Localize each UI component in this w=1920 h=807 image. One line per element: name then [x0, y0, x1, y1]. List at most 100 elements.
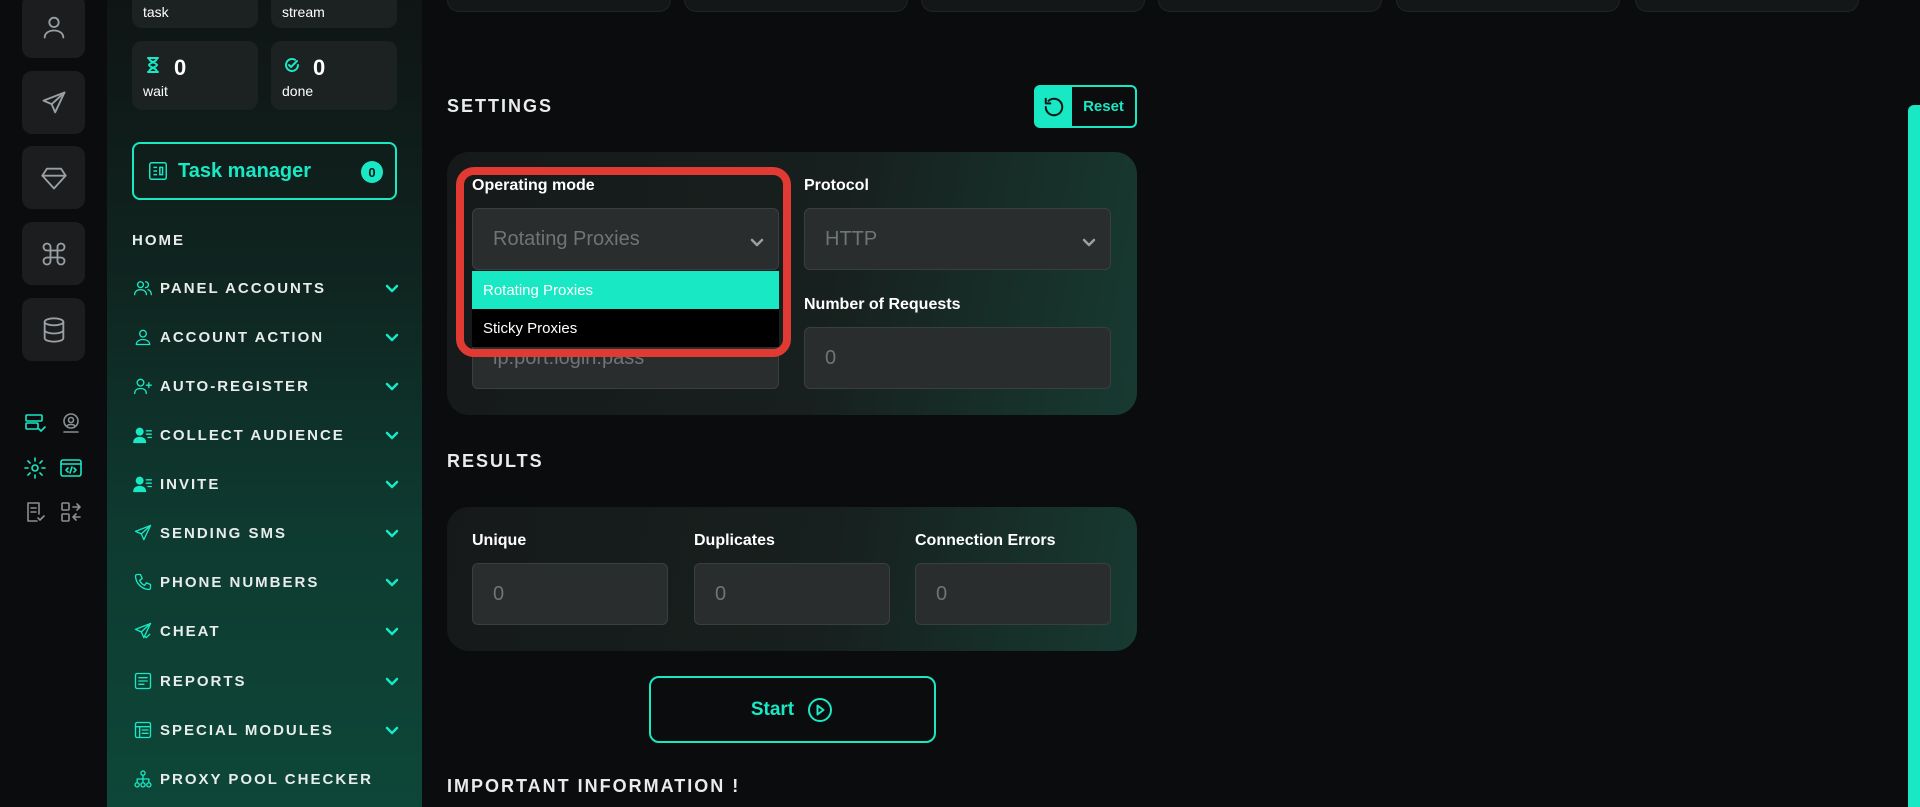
top-card: [921, 0, 1145, 12]
nav-sending-sms[interactable]: SENDING SMS: [132, 518, 400, 548]
phone-icon: [132, 571, 154, 593]
nav-label: AUTO-REGISTER: [160, 377, 310, 395]
duplicates-label: Duplicates: [694, 532, 775, 549]
chevron-down-icon: [384, 378, 400, 394]
diamond-icon: [40, 167, 67, 189]
wait-label: wait: [143, 83, 168, 99]
user-pin-icon[interactable]: [58, 410, 84, 436]
stream-stat-card: stream: [271, 0, 397, 28]
check-circle-icon: [284, 57, 300, 73]
duplicates-output: 0: [694, 563, 890, 625]
top-card: [1396, 0, 1620, 12]
scrollbar[interactable]: [1908, 105, 1920, 807]
nav-label: REPORTS: [160, 672, 247, 690]
top-card: [1158, 0, 1382, 12]
chevron-down-icon: [384, 476, 400, 492]
chevron-down-icon: [384, 623, 400, 639]
modules-icon: [132, 719, 154, 741]
nav-proxy-pool-checker[interactable]: PROXY POOL CHECKER: [132, 764, 400, 794]
done-label: done: [282, 83, 314, 99]
unique-label: Unique: [472, 532, 527, 549]
task-manager-icon: [149, 162, 167, 180]
duplicates-value: 0: [715, 582, 727, 605]
unique-value: 0: [493, 582, 505, 605]
top-card: [447, 0, 671, 12]
nav-label: SENDING SMS: [160, 524, 288, 542]
icon-rail: [0, 0, 107, 807]
results-panel: Unique 0 Duplicates 0 Connection Errors …: [447, 507, 1137, 651]
reset-button[interactable]: Reset: [1034, 85, 1137, 128]
connection-errors-value: 0: [936, 582, 948, 605]
server-check-icon[interactable]: [22, 410, 48, 436]
send-icon: [42, 91, 65, 113]
play-circle-icon: [808, 697, 833, 722]
send-rail-button[interactable]: [22, 71, 85, 134]
document-check-icon[interactable]: [22, 499, 48, 525]
nav-label: SPECIAL MODULES: [160, 721, 334, 739]
start-label: Start: [750, 698, 795, 720]
hourglass-icon: [145, 57, 161, 73]
settings-title: SETTINGS: [447, 96, 554, 116]
task-manager-button[interactable]: Task manager 0: [132, 142, 397, 200]
done-count: 0: [313, 55, 326, 80]
task-stat-card: task: [132, 0, 258, 28]
unique-output: 0: [472, 563, 668, 625]
task-manager-count: 0: [361, 161, 383, 183]
protocol-value: HTTP: [825, 227, 878, 250]
connection-errors-label: Connection Errors: [915, 532, 1056, 549]
protocol-label: Protocol: [804, 177, 869, 194]
nav-label: ACCOUNT ACTION: [160, 328, 325, 346]
reset-icon: [1036, 87, 1072, 126]
nav-panel-accounts[interactable]: PANEL ACCOUNTS: [132, 273, 400, 303]
chevron-down-icon: [1082, 232, 1096, 247]
task-stat-label: task: [143, 4, 169, 20]
wait-count: 0: [174, 55, 187, 80]
code-window-icon[interactable]: [58, 455, 84, 481]
user-icon: [43, 16, 64, 38]
command-rail-button[interactable]: [22, 222, 85, 285]
user-plus-icon: [132, 375, 154, 397]
user-list-icon: [132, 473, 154, 495]
chevron-down-icon: [384, 574, 400, 590]
app-window: task stream 0 wait 0 done Task manager 0…: [0, 0, 1920, 807]
top-card: [684, 0, 908, 12]
send-check-icon: [132, 620, 154, 642]
nav-label: INVITE: [160, 475, 221, 493]
gear-icon[interactable]: [22, 455, 48, 481]
nav-special-modules[interactable]: SPECIAL MODULES: [132, 715, 400, 745]
nav-label: COLLECT AUDIENCE: [160, 426, 345, 444]
command-icon: [42, 242, 65, 265]
chevron-down-icon: [384, 525, 400, 541]
nav-invite[interactable]: INVITE: [132, 469, 400, 499]
switch-icon[interactable]: [58, 499, 84, 525]
sidebar: task stream 0 wait 0 done Task manager 0…: [107, 0, 422, 807]
protocol-select[interactable]: HTTP: [804, 208, 1111, 270]
report-icon: [132, 670, 154, 692]
nav-cheat[interactable]: CHEAT: [132, 616, 400, 646]
reset-label: Reset: [1083, 98, 1124, 115]
database-icon: [43, 316, 64, 343]
start-button[interactable]: Start: [649, 676, 936, 743]
task-manager-label: Task manager: [178, 159, 312, 182]
nav-home[interactable]: HOME: [132, 232, 185, 249]
nav-account-action[interactable]: ACCOUNT ACTION: [132, 322, 400, 352]
stream-stat-label: stream: [282, 4, 325, 20]
nav-collect-audience[interactable]: COLLECT AUDIENCE: [132, 420, 400, 450]
user-list-icon: [132, 424, 154, 446]
nav-auto-register[interactable]: AUTO-REGISTER: [132, 371, 400, 401]
nav-reports[interactable]: REPORTS: [132, 666, 400, 696]
profile-rail-button[interactable]: [22, 0, 85, 58]
top-card: [1635, 0, 1859, 12]
chevron-down-icon: [384, 722, 400, 738]
nav-label: PROXY POOL CHECKER: [160, 770, 373, 788]
highlight-box: [456, 167, 791, 357]
database-rail-button[interactable]: [22, 298, 85, 361]
requests-input[interactable]: 0: [804, 327, 1111, 389]
important-info-title: IMPORTANT INFORMATION !: [447, 776, 741, 796]
done-stat-card: 0 done: [271, 41, 397, 110]
nav-label: CHEAT: [160, 622, 221, 640]
chevron-down-icon: [384, 673, 400, 689]
diamond-rail-button[interactable]: [22, 146, 85, 209]
wait-stat-card: 0 wait: [132, 41, 258, 110]
nav-phone-numbers[interactable]: PHONE NUMBERS: [132, 567, 400, 597]
